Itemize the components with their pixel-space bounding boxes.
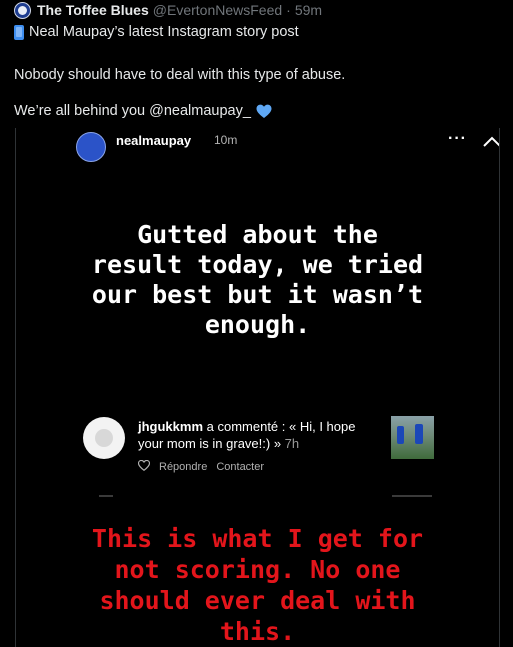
comment-text-2: your mom is in grave!:) » bbox=[138, 436, 282, 451]
account-handle[interactable]: @EvertonNewsFeed bbox=[153, 2, 282, 18]
chevron-up-icon[interactable] bbox=[482, 135, 499, 153]
heart-outline-icon[interactable] bbox=[137, 459, 151, 474]
tweet-timestamp[interactable]: 59m bbox=[295, 2, 322, 18]
story-screenshot-image[interactable]: nealmaupay 10m ··· Gutted about the resu… bbox=[15, 128, 500, 647]
story-caption-bottom: This is what I get for not scoring. No o… bbox=[16, 523, 499, 647]
comment-notification[interactable]: jhgukkmm a commenté : « Hi, I hope your … bbox=[138, 418, 390, 452]
post-thumbnail[interactable] bbox=[391, 416, 434, 459]
caption-line: this. bbox=[219, 617, 296, 646]
divider bbox=[99, 495, 113, 497]
caption-line: result today, we tried bbox=[91, 250, 424, 279]
caption-line: This is what I get for bbox=[91, 524, 424, 553]
tweet-text-3: We’re all behind you @nealmaupay_ bbox=[14, 103, 251, 119]
caption-line: Gutted about the bbox=[137, 220, 378, 249]
mobile-phone-icon bbox=[14, 24, 24, 40]
caption-line: our best but it wasn’t bbox=[91, 280, 424, 309]
tweet-text-2: Nobody should have to deal with this typ… bbox=[14, 67, 346, 83]
comment-time: 7h bbox=[281, 436, 300, 451]
story-user-avatar[interactable] bbox=[76, 132, 106, 162]
tweet-text-line-3: We’re all behind you @nealmaupay_ bbox=[14, 102, 272, 120]
comment-text-1: a commenté : « Hi, I hope bbox=[203, 419, 356, 434]
caption-line: enough. bbox=[204, 310, 311, 339]
account-avatar[interactable] bbox=[14, 1, 31, 19]
divider bbox=[392, 495, 432, 497]
story-time: 10m bbox=[214, 133, 238, 147]
story-top-bar: nealmaupay 10m ··· bbox=[76, 128, 499, 162]
comment-actions: Répondre Contacter bbox=[137, 459, 264, 474]
story-caption-top: Gutted about the result today, we tried … bbox=[16, 220, 499, 340]
commenter-username: jhgukkmm bbox=[138, 419, 204, 434]
caption-line: not scoring. No one bbox=[114, 555, 401, 584]
tweet-header: The Toffee Blues @EvertonNewsFeed · 59m bbox=[14, 1, 322, 19]
caption-line: should ever deal with bbox=[99, 586, 416, 615]
tweet-text-line-1: Neal Maupay’s latest Instagram story pos… bbox=[14, 23, 299, 41]
blue-heart-icon bbox=[256, 104, 272, 119]
commenter-avatar[interactable] bbox=[83, 417, 125, 459]
more-options-icon[interactable]: ··· bbox=[448, 130, 467, 148]
separator: · bbox=[286, 2, 291, 18]
story-username[interactable]: nealmaupay bbox=[116, 133, 191, 148]
tweet-text-line-2: Nobody should have to deal with this typ… bbox=[14, 66, 345, 84]
display-name[interactable]: The Toffee Blues bbox=[37, 2, 149, 18]
reply-button[interactable]: Répondre bbox=[159, 461, 207, 473]
contact-button[interactable]: Contacter bbox=[216, 461, 264, 473]
tweet-text-1: Neal Maupay’s latest Instagram story pos… bbox=[29, 24, 299, 40]
